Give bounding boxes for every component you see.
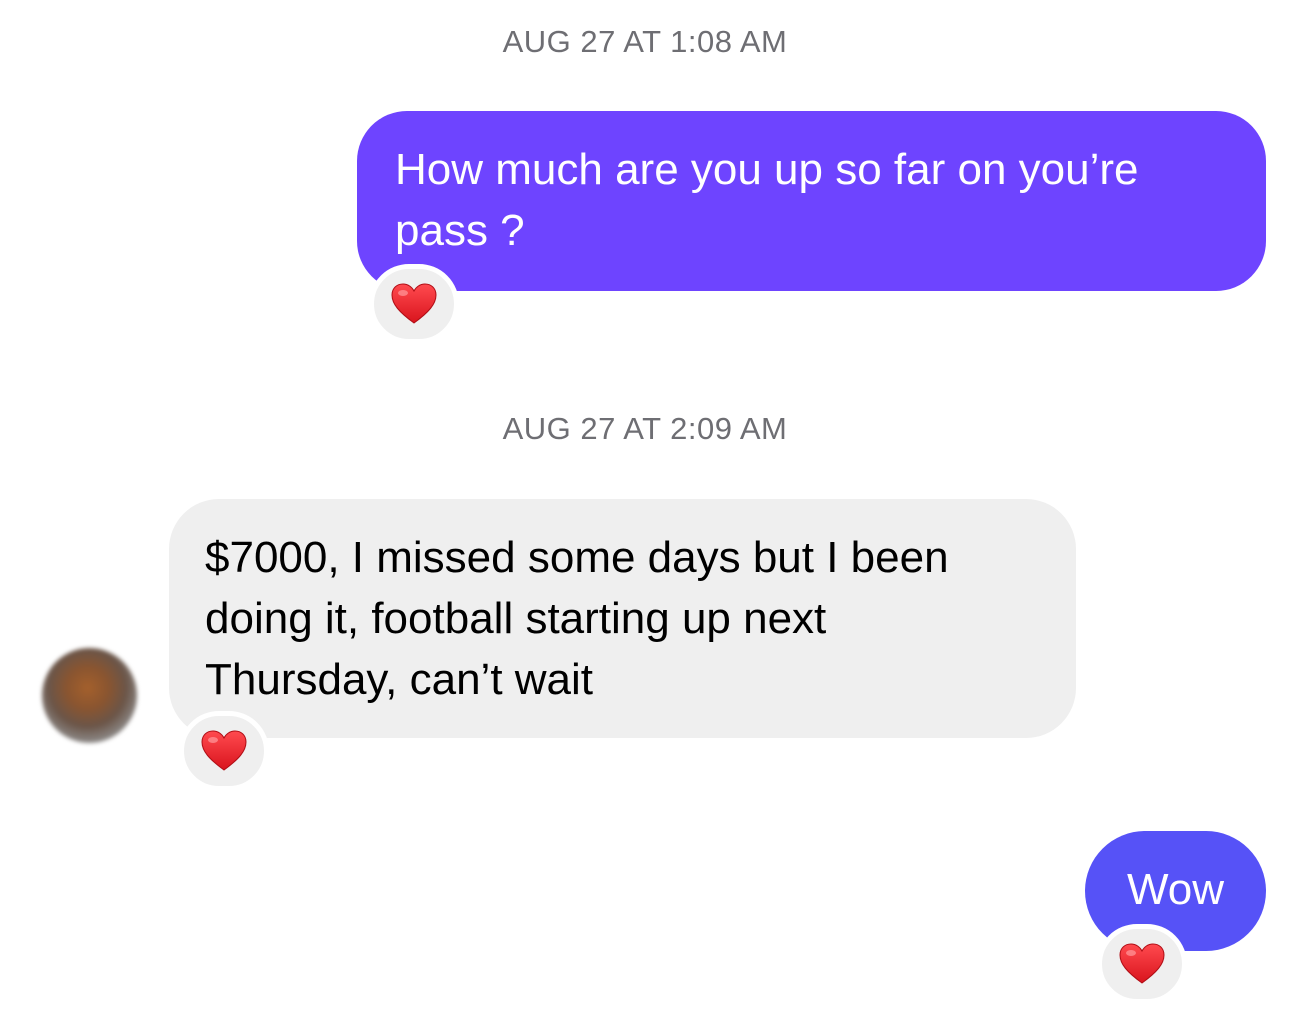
message-text-line: How much are you up so far on you’re xyxy=(395,145,1139,194)
timestamp: AUG 27 AT 1:08 AM xyxy=(502,24,788,59)
avatar[interactable] xyxy=(42,648,137,743)
outgoing-message-bubble[interactable]: How much are you up so far on you’re pas… xyxy=(357,111,1266,291)
heart-reaction[interactable] xyxy=(1097,924,1187,1004)
message-text-line: $7000, I missed some days but I been xyxy=(205,533,949,582)
heart-icon xyxy=(1119,943,1165,984)
timestamp: AUG 27 AT 2:09 AM xyxy=(502,411,788,446)
heart-reaction[interactable] xyxy=(179,711,269,791)
message-text-line: doing it, football starting up next xyxy=(205,594,827,643)
heart-reaction[interactable] xyxy=(369,264,459,344)
heart-icon xyxy=(201,730,247,771)
message-text-line: pass ? xyxy=(395,206,525,255)
heart-icon xyxy=(391,283,437,324)
message-text-line: Wow xyxy=(1127,865,1224,914)
incoming-message-bubble[interactable]: $7000, I missed some days but I been doi… xyxy=(169,499,1076,738)
message-text-line: Thursday, can’t wait xyxy=(205,655,594,704)
